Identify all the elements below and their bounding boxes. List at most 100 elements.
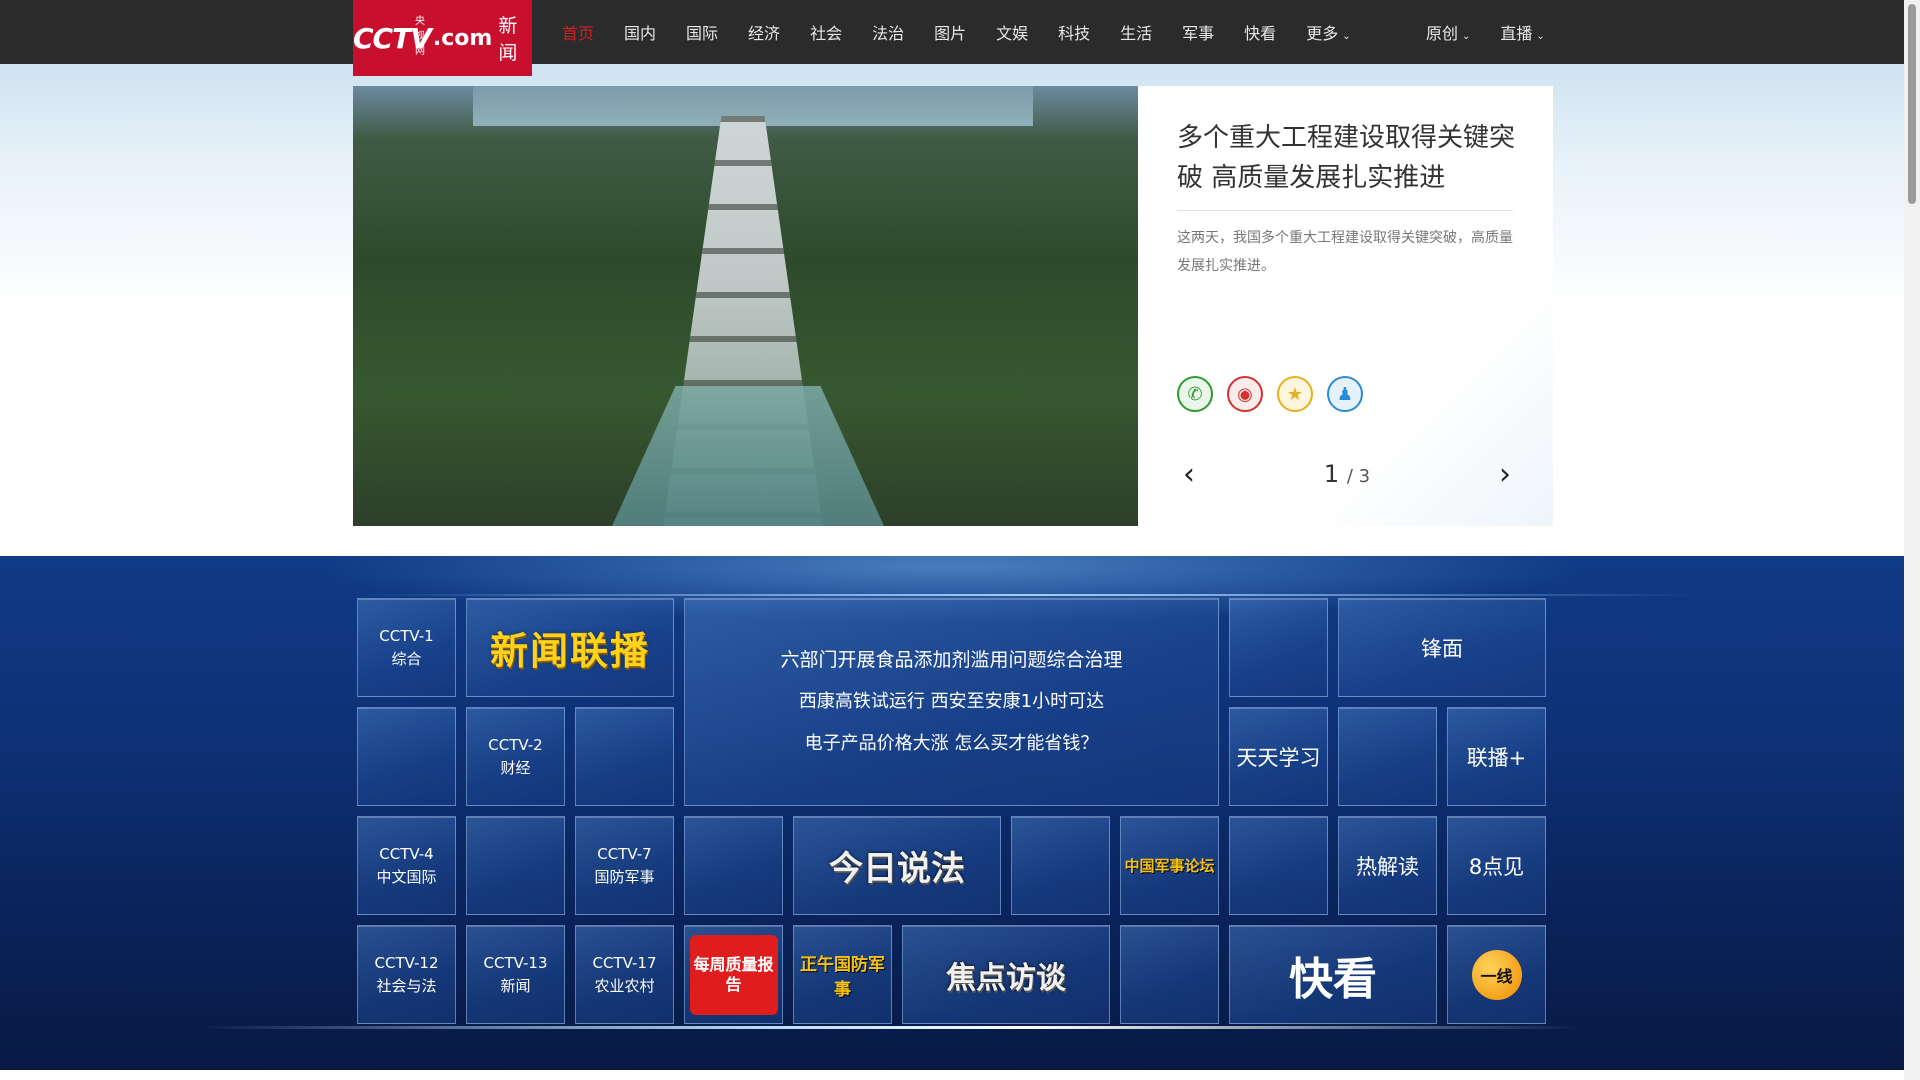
hero-divider bbox=[1177, 210, 1513, 211]
kuaikan-logo: 快看 bbox=[1289, 953, 1377, 1005]
tile-label: 天天学习 bbox=[1236, 745, 1321, 770]
tile-headlines: 六部门开展食品添加剂滥用问题综合治理 西康高铁试运行 西安至安康1小时可达 电子… bbox=[684, 598, 1219, 806]
page-counter: 1 / 3 bbox=[1323, 460, 1371, 488]
tile-zhiliangbaogao[interactable]: 每周质量报告 bbox=[684, 925, 783, 1024]
yixian-logo: 一线 bbox=[1471, 949, 1522, 1000]
jiaodianfangtan-logo: 焦点访谈 bbox=[946, 960, 1066, 996]
tile-cctv7[interactable]: CCTV-7 国防军事 bbox=[575, 816, 674, 915]
tile-cctv1[interactable]: CCTV-1 综合 bbox=[357, 598, 456, 697]
hero-info-panel: 多个重大工程建设取得关键突破 高质量发展扎实推进 这两天，我国多个重大工程建设取… bbox=[1138, 86, 1553, 526]
nav-item-quicklook[interactable]: 快看 bbox=[1244, 20, 1276, 44]
wechat-icon[interactable]: ✆ bbox=[1177, 376, 1213, 412]
noon-military-logo: 正午国防军事 bbox=[800, 954, 885, 1000]
nav-item-domestic[interactable]: 国内 bbox=[624, 20, 656, 44]
chevron-down-icon: ⌄ bbox=[1342, 31, 1351, 42]
tile-label: 社会与法 bbox=[376, 976, 437, 995]
tile-badianjian[interactable]: 8点见 bbox=[1447, 816, 1546, 915]
nav-item-life[interactable]: 生活 bbox=[1120, 20, 1152, 44]
river-shape bbox=[603, 386, 893, 526]
headline-link[interactable]: 电子产品价格大涨 怎么买才能省钱？ bbox=[805, 729, 1099, 759]
tile-xinwenlianbo[interactable]: 新闻联播 bbox=[466, 598, 674, 697]
tile-blank[interactable] bbox=[357, 707, 456, 806]
tile-label: CCTV-12 bbox=[374, 953, 439, 972]
nav-item-more[interactable]: 更多 ⌄ bbox=[1306, 20, 1350, 44]
nav-item-economy[interactable]: 经济 bbox=[748, 20, 780, 44]
nav-item-tech[interactable]: 科技 bbox=[1058, 20, 1090, 44]
tile-label: 财经 bbox=[500, 758, 531, 777]
tile-blank[interactable] bbox=[1120, 925, 1219, 1024]
tile-military-forum[interactable]: 中国军事论坛 bbox=[1120, 816, 1219, 915]
tile-label: CCTV-7 bbox=[597, 844, 652, 863]
tile-cctv13[interactable]: CCTV-13 新闻 bbox=[466, 925, 565, 1024]
tile-blank[interactable] bbox=[466, 816, 565, 915]
nav-item-military[interactable]: 军事 bbox=[1182, 20, 1214, 44]
nav-item-international[interactable]: 国际 bbox=[686, 20, 718, 44]
logo-com: .com bbox=[432, 25, 493, 51]
tile-label: 国防军事 bbox=[594, 867, 655, 886]
nav-item-pictures[interactable]: 图片 bbox=[934, 20, 966, 44]
tile-label: CCTV-17 bbox=[592, 953, 657, 972]
tile-blank[interactable] bbox=[1229, 816, 1328, 915]
top-nav-bar: CCTV 央视网 .com 新闻 首页 国内 国际 经济 社会 法治 图片 文娱 … bbox=[0, 0, 1904, 76]
main-nav: 首页 国内 国际 经济 社会 法治 图片 文娱 科技 生活 军事 快看 更多 ⌄ bbox=[562, 0, 1381, 64]
tile-zhengwu-military[interactable]: 正午国防军事 bbox=[793, 925, 892, 1024]
carousel-pager: ‹ 1 / 3 › bbox=[1177, 454, 1517, 494]
tile-blank[interactable] bbox=[1338, 707, 1437, 806]
tile-tiantianxuexi[interactable]: 天天学习 bbox=[1229, 707, 1328, 806]
tile-label: CCTV-1 bbox=[379, 626, 434, 645]
xinwenlianbo-logo: 新闻联播 bbox=[489, 629, 650, 673]
tile-yixian[interactable]: 一线 bbox=[1447, 925, 1546, 1024]
logo-news: 新闻 bbox=[498, 15, 518, 64]
tile-blank[interactable] bbox=[1229, 598, 1328, 697]
channel-band: CCTV-1 综合 新闻联播 六部门开展食品添加剂滥用问题综合治理 西康高铁试运行… bbox=[0, 556, 1904, 1070]
tile-cctv12[interactable]: CCTV-12 社会与法 bbox=[357, 925, 456, 1024]
weibo-icon[interactable]: ◉ bbox=[1227, 376, 1263, 412]
nav-item-home[interactable]: 首页 bbox=[562, 20, 594, 44]
nav-item-entertainment[interactable]: 文娱 bbox=[996, 20, 1028, 44]
tile-rejiedu[interactable]: 热解读 bbox=[1338, 816, 1437, 915]
tile-cctv4[interactable]: CCTV-4 中文国际 bbox=[357, 816, 456, 915]
tile-blank[interactable] bbox=[575, 707, 674, 806]
glow-line-bottom bbox=[200, 1026, 1580, 1029]
nav-item-law[interactable]: 法治 bbox=[872, 20, 904, 44]
tile-label: CCTV-13 bbox=[483, 953, 548, 972]
headline-link[interactable]: 六部门开展食品添加剂滥用问题综合治理 bbox=[780, 645, 1122, 675]
tile-label: 农业农村 bbox=[594, 976, 655, 995]
tile-blank[interactable] bbox=[1011, 816, 1110, 915]
nav-item-live[interactable]: 直播 ⌄ bbox=[1500, 20, 1544, 44]
page-scrollbar[interactable] bbox=[1904, 0, 1920, 1080]
tile-fengmian[interactable]: 锋面 bbox=[1338, 598, 1546, 697]
nav-right: 原创 ⌄ 直播 ⌄ bbox=[1426, 0, 1575, 64]
nav-item-society[interactable]: 社会 bbox=[810, 20, 842, 44]
tile-kuaikan[interactable]: 快看 bbox=[1229, 925, 1437, 1024]
hero-carousel: 多个重大工程建设取得关键突破 高质量发展扎实推进 这两天，我国多个重大工程建设取… bbox=[353, 86, 1553, 526]
hero-description: 这两天，我国多个重大工程建设取得关键突破，高质量发展扎实推进。 bbox=[1177, 230, 1513, 274]
tile-label: 综合 bbox=[391, 649, 422, 668]
headline-link[interactable]: 西康高铁试运行 西安至安康1小时可达 bbox=[799, 687, 1104, 717]
favorite-icon[interactable]: ★ bbox=[1277, 376, 1313, 412]
share-buttons: ✆ ◉ ★ ♟ bbox=[1177, 376, 1363, 412]
tile-label: 新闻 bbox=[500, 976, 531, 995]
tile-blank[interactable] bbox=[684, 816, 783, 915]
qq-icon[interactable]: ♟ bbox=[1327, 376, 1363, 412]
tile-cctv17[interactable]: CCTV-17 农业农村 bbox=[575, 925, 674, 1024]
prev-arrow-icon[interactable]: ‹ bbox=[1177, 457, 1201, 492]
quality-report-logo: 每周质量报告 bbox=[689, 934, 778, 1015]
cctv-news-logo[interactable]: CCTV 央视网 .com 新闻 bbox=[353, 0, 532, 76]
tile-lianbo-plus[interactable]: 联播+ bbox=[1447, 707, 1546, 806]
chevron-down-icon: ⌄ bbox=[1462, 31, 1471, 42]
next-arrow-icon[interactable]: › bbox=[1493, 457, 1517, 492]
tile-jiaodianfangtan[interactable]: 焦点访谈 bbox=[902, 925, 1110, 1024]
tile-cctv2[interactable]: CCTV-2 财经 bbox=[466, 707, 565, 806]
hero-image[interactable] bbox=[353, 86, 1138, 526]
military-forum-logo: 中国军事论坛 bbox=[1124, 857, 1215, 875]
tile-jinrishuofa[interactable]: 今日说法 bbox=[793, 816, 1001, 915]
tile-label: CCTV-2 bbox=[488, 735, 543, 754]
tile-label: 联播+ bbox=[1466, 745, 1527, 770]
nav-item-original[interactable]: 原创 ⌄ bbox=[1426, 20, 1470, 44]
hero-title[interactable]: 多个重大工程建设取得关键突破 高质量发展扎实推进 bbox=[1177, 118, 1517, 198]
jinrishuofa-logo: 今日说法 bbox=[829, 849, 965, 889]
logo-cctv: CCTV 央视网 bbox=[353, 15, 432, 57]
channel-grid: CCTV-1 综合 新闻联播 六部门开展食品添加剂滥用问题综合治理 西康高铁试运行… bbox=[353, 594, 1553, 1029]
scrollbar-thumb[interactable] bbox=[1908, 4, 1916, 204]
